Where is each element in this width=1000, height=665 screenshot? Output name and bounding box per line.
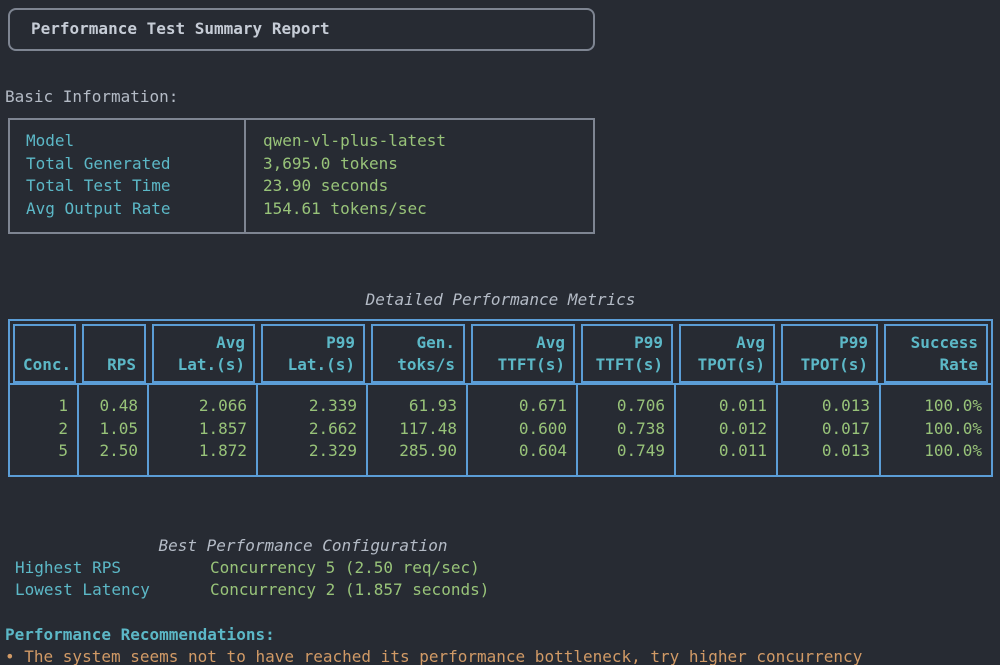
basic-info-label: Total Test Time bbox=[26, 175, 244, 197]
metrics-header-cell: RPS bbox=[82, 324, 146, 383]
metrics-value: 1.872 bbox=[149, 440, 247, 462]
metrics-value: 100.0% bbox=[881, 440, 982, 462]
basic-info-label: Total Generated bbox=[26, 153, 244, 175]
metrics-value: 0.600 bbox=[468, 418, 567, 440]
best-config-value: Concurrency 5 (2.50 req/sec) bbox=[210, 557, 480, 579]
metrics-body-column: 0.0130.0170.013 bbox=[778, 385, 881, 474]
report-title: Performance Test Summary Report bbox=[31, 18, 330, 40]
best-config-rows: Highest RPSConcurrency 5 (2.50 req/sec)L… bbox=[0, 557, 606, 602]
metrics-value: 2.329 bbox=[258, 440, 357, 462]
metrics-value: 0.738 bbox=[578, 418, 665, 440]
report-title-box: Performance Test Summary Report bbox=[8, 8, 595, 51]
best-config-title: Best Performance Configuration bbox=[0, 535, 606, 557]
metrics-value: 1 bbox=[10, 395, 68, 417]
metrics-value: 0.012 bbox=[676, 418, 767, 440]
basic-info-labels: ModelTotal GeneratedTotal Test TimeAvg O… bbox=[10, 120, 246, 232]
recommendations-section: Performance Recommendations: • The syste… bbox=[5, 624, 1000, 665]
best-config-row: Lowest LatencyConcurrency 2 (1.857 secon… bbox=[0, 579, 606, 601]
metrics-value: 2.50 bbox=[79, 440, 138, 462]
recommendation-item: • The system seems not to have reached i… bbox=[5, 646, 1000, 665]
metrics-header-cell: P99 Lat.(s) bbox=[261, 324, 365, 383]
metrics-value: 117.48 bbox=[368, 418, 457, 440]
metrics-value: 0.48 bbox=[79, 395, 138, 417]
metrics-value: 285.90 bbox=[368, 440, 457, 462]
basic-info-value: 154.61 tokens/sec bbox=[263, 198, 593, 220]
metrics-body-column: 0.0110.0120.011 bbox=[676, 385, 778, 474]
metrics-header-cell: Success Rate bbox=[884, 324, 988, 383]
best-config-label: Lowest Latency bbox=[0, 579, 210, 601]
basic-info-label: Avg Output Rate bbox=[26, 198, 244, 220]
metrics-value: 100.0% bbox=[881, 418, 982, 440]
metrics-body-column: 0.7060.7380.749 bbox=[578, 385, 676, 474]
metrics-body-column: 0.481.052.50 bbox=[79, 385, 149, 474]
metrics-value: 1.857 bbox=[149, 418, 247, 440]
metrics-value: 1.05 bbox=[79, 418, 138, 440]
basic-info-value: qwen-vl-plus-latest bbox=[263, 130, 593, 152]
metrics-body-column: 0.6710.6000.604 bbox=[468, 385, 578, 474]
basic-info-value: 23.90 seconds bbox=[263, 175, 593, 197]
best-config-label: Highest RPS bbox=[0, 557, 210, 579]
metrics-body-column: 2.3392.6622.329 bbox=[258, 385, 368, 474]
basic-info-table: ModelTotal GeneratedTotal Test TimeAvg O… bbox=[8, 118, 595, 234]
metrics-value: 61.93 bbox=[368, 395, 457, 417]
metrics-value: 100.0% bbox=[881, 395, 982, 417]
metrics-header-cell: P99 TPOT(s) bbox=[781, 324, 878, 383]
metrics-header-cell: Avg TPOT(s) bbox=[679, 324, 775, 383]
basic-info-values: qwen-vl-plus-latest3,695.0 tokens23.90 s… bbox=[246, 120, 593, 232]
metrics-body-column: 125 bbox=[10, 385, 79, 474]
metrics-header-cell: P99 TTFT(s) bbox=[581, 324, 673, 383]
terminal-report: Performance Test Summary Report Basic In… bbox=[0, 8, 1000, 665]
metrics-table-header: Conc.RPSAvg Lat.(s)P99 Lat.(s)Gen. toks/… bbox=[10, 321, 991, 383]
best-config-row: Highest RPSConcurrency 5 (2.50 req/sec) bbox=[0, 557, 606, 579]
metrics-value: 0.013 bbox=[778, 395, 870, 417]
metrics-table-body: 1250.481.052.502.0661.8571.8722.3392.662… bbox=[10, 383, 991, 474]
metrics-header-cell: Avg TTFT(s) bbox=[471, 324, 575, 383]
metrics-value: 2.066 bbox=[149, 395, 247, 417]
recommendation-list: • The system seems not to have reached i… bbox=[5, 646, 1000, 665]
metrics-value: 0.017 bbox=[778, 418, 870, 440]
metrics-value: 2.662 bbox=[258, 418, 357, 440]
best-config-value: Concurrency 2 (1.857 seconds) bbox=[210, 579, 489, 601]
metrics-value: 5 bbox=[10, 440, 68, 462]
basic-info-label: Model bbox=[26, 130, 244, 152]
best-config-section: Best Performance Configuration Highest R… bbox=[0, 535, 606, 602]
metrics-header-cell: Avg Lat.(s) bbox=[152, 324, 255, 383]
metrics-value: 0.013 bbox=[778, 440, 870, 462]
metrics-value: 0.604 bbox=[468, 440, 567, 462]
metrics-header-cell: Gen. toks/s bbox=[371, 324, 465, 383]
metrics-value: 0.706 bbox=[578, 395, 665, 417]
metrics-value: 0.671 bbox=[468, 395, 567, 417]
metrics-body-column: 100.0%100.0%100.0% bbox=[881, 385, 991, 474]
metrics-value: 2 bbox=[10, 418, 68, 440]
metrics-value: 0.011 bbox=[676, 440, 767, 462]
recommendations-heading: Performance Recommendations: bbox=[5, 624, 1000, 646]
metrics-body-column: 61.93117.48285.90 bbox=[368, 385, 468, 474]
metrics-body-column: 2.0661.8571.872 bbox=[149, 385, 258, 474]
metrics-table: Conc.RPSAvg Lat.(s)P99 Lat.(s)Gen. toks/… bbox=[8, 319, 993, 476]
metrics-value: 0.011 bbox=[676, 395, 767, 417]
metrics-value: 2.339 bbox=[258, 395, 357, 417]
basic-info-value: 3,695.0 tokens bbox=[263, 153, 593, 175]
metrics-header-cell: Conc. bbox=[13, 324, 76, 383]
metrics-table-title: Detailed Performance Metrics bbox=[8, 289, 993, 311]
metrics-value: 0.749 bbox=[578, 440, 665, 462]
basic-info-heading: Basic Information: bbox=[5, 86, 1000, 108]
